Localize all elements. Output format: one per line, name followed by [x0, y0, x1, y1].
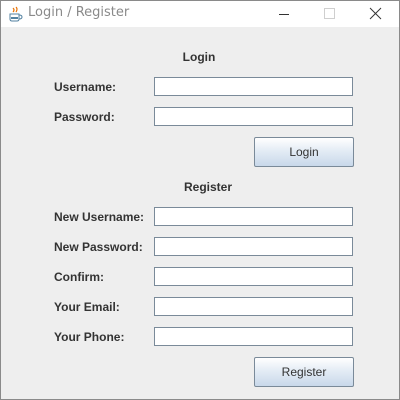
phone-label: Your Phone:	[54, 330, 125, 344]
confirm-password-input[interactable]	[154, 267, 353, 286]
email-label: Your Email:	[54, 300, 120, 314]
new-username-input[interactable]	[154, 207, 353, 226]
minimize-icon	[279, 14, 289, 15]
maximize-icon	[324, 8, 335, 19]
close-button[interactable]	[353, 1, 399, 27]
close-icon	[369, 7, 382, 20]
login-register-window: Login / Register Login Username: Passwor…	[0, 0, 400, 400]
title-bar[interactable]: Login / Register	[1, 1, 399, 27]
register-button[interactable]: Register	[254, 357, 354, 387]
window-title: Login / Register	[28, 5, 130, 20]
minimize-button[interactable]	[261, 1, 307, 27]
new-username-label: New Username:	[54, 210, 145, 224]
register-heading: Register	[183, 180, 233, 194]
username-label: Username:	[54, 80, 117, 94]
phone-input[interactable]	[154, 327, 353, 346]
password-label: Password:	[54, 110, 115, 124]
password-input[interactable]	[154, 107, 353, 126]
login-button[interactable]: Login	[254, 137, 354, 167]
new-password-label: New Password:	[54, 240, 143, 254]
username-input[interactable]	[154, 77, 353, 96]
java-coffee-icon	[7, 6, 23, 22]
confirm-password-label: Confirm:	[54, 270, 104, 284]
email-input[interactable]	[154, 297, 353, 316]
new-password-input[interactable]	[154, 237, 353, 256]
maximize-button[interactable]	[307, 1, 353, 27]
login-heading: Login	[182, 50, 216, 64]
